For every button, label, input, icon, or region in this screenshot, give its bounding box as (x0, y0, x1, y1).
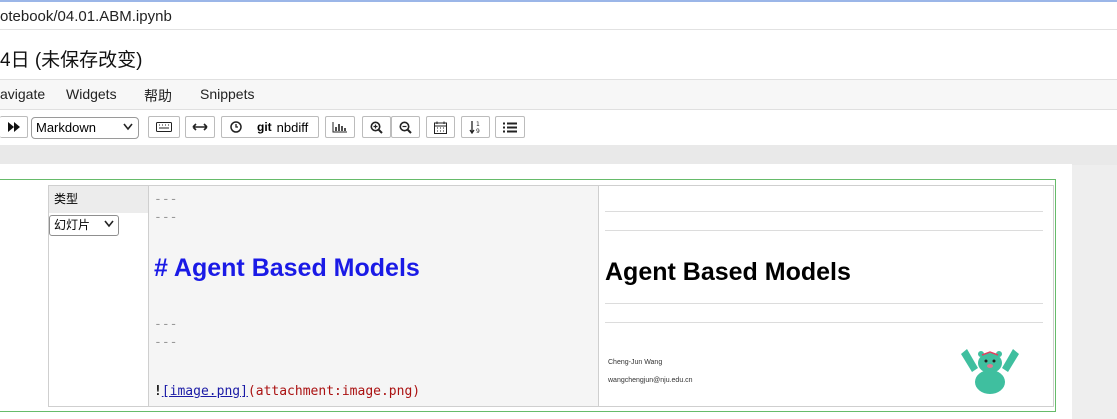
arrows-horizontal-icon (192, 123, 208, 131)
markdown-editor[interactable]: --- --- # Agent Based Models --- --- ![i… (148, 186, 599, 406)
zoom-in-button[interactable] (362, 116, 391, 138)
image-bang: ! (154, 384, 162, 399)
rendered-output: Agent Based Models Cheng-Jun Wang wangch… (600, 186, 1053, 406)
slide-type-label: 类型 (49, 186, 148, 213)
git-nbdiff-button[interactable]: git nbdiff (221, 116, 319, 138)
image-link-text: [image.png] (161, 384, 248, 399)
menu-bar: avigate Widgets 帮助 Snippets (0, 79, 1117, 110)
keyboard-icon (156, 122, 172, 132)
fast-forward-button[interactable] (0, 116, 28, 138)
zoom-out-button[interactable] (391, 116, 420, 138)
chart-button[interactable] (325, 116, 355, 138)
bar-chart-icon (332, 122, 347, 133)
source-line-rule3: --- (154, 317, 178, 332)
source-heading: # Agent Based Models (154, 254, 420, 282)
calendar-button[interactable] (426, 116, 455, 138)
rendered-rule (605, 303, 1043, 304)
source-line-rule1: --- (154, 192, 178, 207)
rendered-rule (605, 211, 1043, 212)
sort-button[interactable]: 19 (461, 116, 490, 138)
menu-navigate[interactable]: avigate (0, 86, 45, 102)
slide-type-select[interactable]: 幻灯片 (49, 215, 119, 236)
toggle-width-button[interactable] (185, 116, 215, 138)
menu-help[interactable]: 帮助 (144, 86, 172, 106)
chevron-down-icon (104, 220, 114, 228)
zoom-out-icon (399, 121, 412, 134)
mascot-image (961, 349, 1019, 394)
author-email: wangchengjun@nju.edu.cn (608, 377, 693, 384)
list-icon (503, 122, 517, 132)
menu-widgets[interactable]: Widgets (66, 86, 117, 102)
cell-type-select[interactable]: Markdown (31, 117, 139, 139)
sort-numeric-icon: 19 (468, 121, 480, 134)
author-name: Cheng-Jun Wang (608, 359, 663, 366)
svg-text:1: 1 (476, 121, 480, 128)
svg-text:9: 9 (476, 128, 480, 134)
toolbar-shadow (0, 145, 1117, 165)
source-image-line: ![image.png](attachment:image.png) (154, 384, 420, 399)
image-attachment-target: (attachment:image.png) (247, 384, 421, 399)
rendered-rule (605, 230, 1043, 231)
keyboard-button[interactable] (148, 116, 180, 138)
url-text: otebook/04.01.ABM.ipynb (0, 8, 172, 25)
notebook-title[interactable]: 4日 (未保存改变) (0, 45, 143, 72)
nbdiff-label: nbdiff (276, 119, 309, 135)
toolbar: Markdown git nbdiff 19 (0, 110, 1117, 145)
clock-icon (230, 121, 242, 133)
browser-url-bar[interactable]: otebook/04.01.ABM.ipynb (0, 0, 1117, 30)
git-label: git (257, 120, 272, 134)
menu-snippets[interactable]: Snippets (200, 86, 254, 102)
rendered-rule (605, 322, 1043, 323)
list-button[interactable] (495, 116, 525, 138)
zoom-in-icon (370, 121, 383, 134)
source-line-rule4: --- (154, 335, 178, 350)
source-line-rule2: --- (154, 210, 178, 225)
chevron-down-icon (123, 123, 133, 131)
rendered-heading: Agent Based Models (605, 258, 851, 286)
fast-forward-icon (7, 122, 20, 132)
slide-type-value: 幻灯片 (54, 218, 91, 232)
cell-type-value: Markdown (36, 120, 96, 135)
calendar-icon (434, 121, 447, 134)
notebook-header: 4日 (未保存改变) (0, 30, 1117, 79)
